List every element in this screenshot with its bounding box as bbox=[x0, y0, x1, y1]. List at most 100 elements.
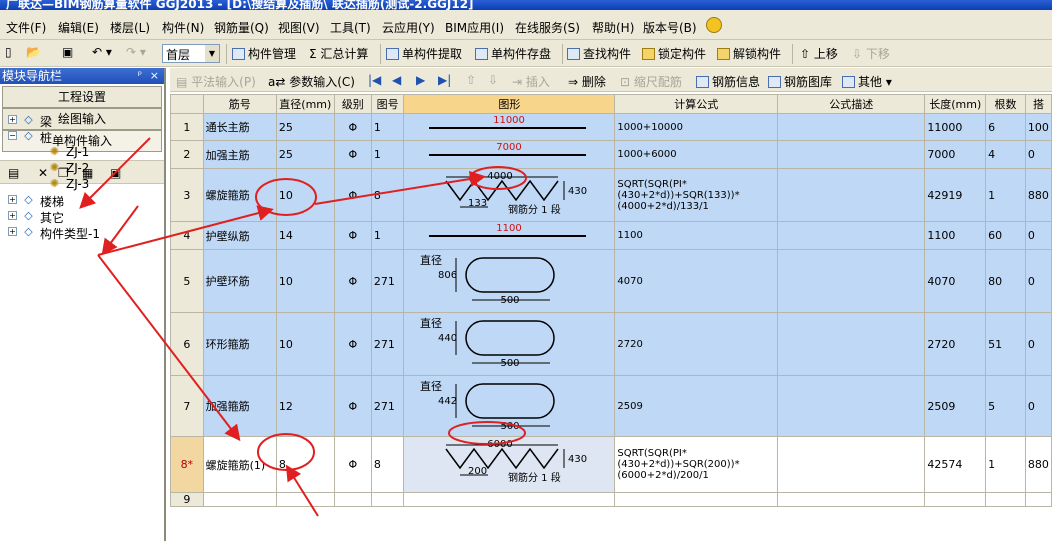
cell-lap[interactable]: 0 bbox=[1024, 249, 1052, 313]
cell-formula[interactable]: SQRT(SQR(PI*(430+2*d))+SQR(200))*(6000+2… bbox=[614, 436, 779, 493]
cell-shape[interactable]: 直径 440 500 bbox=[403, 312, 616, 376]
summary-calc-button[interactable]: Σ 汇总计算 bbox=[309, 45, 368, 62]
cell-grade[interactable] bbox=[333, 492, 372, 507]
cell-lap[interactable]: 100 bbox=[1024, 113, 1052, 141]
tree-node[interactable]: ✺ ZJ-3 bbox=[4, 176, 162, 192]
save-icon[interactable]: ▣ bbox=[62, 45, 73, 59]
move-up-button[interactable]: ⇧ 上移 bbox=[800, 45, 838, 62]
cell-lap[interactable] bbox=[1024, 492, 1052, 507]
cell-formula-desc[interactable] bbox=[777, 312, 926, 376]
col-shape[interactable]: 图形 bbox=[403, 94, 616, 114]
row-down-icon[interactable]: ⇩ bbox=[488, 73, 498, 87]
cell-lap[interactable]: 0 bbox=[1024, 375, 1052, 437]
tree-node[interactable]: − ◇ 桩 bbox=[4, 128, 162, 145]
cell-fig-no[interactable]: 271 bbox=[370, 249, 405, 313]
cell-diameter[interactable] bbox=[275, 492, 335, 507]
find-component-button[interactable]: 查找构件 bbox=[567, 45, 631, 62]
col-lap[interactable]: 搭 bbox=[1024, 94, 1052, 114]
cell-bar-name[interactable]: 环形箍筋 bbox=[202, 312, 277, 376]
col-fig-no[interactable]: 图号 bbox=[370, 94, 405, 114]
cell-fig-no[interactable]: 271 bbox=[370, 312, 405, 376]
table-row[interactable]: 1 通长主筋 25 Φ 1 11000 1000+10000 11000 6 100 bbox=[170, 113, 1052, 141]
lock-component-button[interactable]: 锁定构件 bbox=[642, 45, 706, 62]
cell-formula-desc[interactable] bbox=[777, 113, 926, 141]
row-number[interactable]: 1 bbox=[170, 113, 204, 141]
row-number[interactable]: 8* bbox=[170, 436, 204, 493]
smiley-icon[interactable] bbox=[706, 17, 722, 33]
chevron-down-icon[interactable]: ▼ bbox=[205, 45, 219, 62]
cell-lap[interactable]: 0 bbox=[1024, 312, 1052, 376]
cell-shape[interactable]: 直径 442 500 bbox=[403, 375, 616, 437]
close-icon[interactable]: × bbox=[150, 68, 159, 84]
cell-bar-name[interactable]: 螺旋箍筋(1) bbox=[202, 436, 277, 493]
flat-input-button[interactable]: ▤ 平法输入(P) bbox=[176, 73, 256, 90]
cell-count[interactable]: 5 bbox=[985, 375, 1026, 437]
tree-node[interactable]: + ◇ 构件类型-1 bbox=[4, 224, 162, 241]
menu-cloud[interactable]: 云应用(Y) bbox=[382, 19, 435, 36]
col-formula-desc[interactable]: 公式描述 bbox=[777, 94, 926, 114]
cell-count[interactable] bbox=[985, 492, 1026, 507]
cell-diameter[interactable]: 12 bbox=[275, 375, 335, 437]
cell-formula[interactable]: 1000+6000 bbox=[614, 140, 779, 169]
next-record-icon[interactable]: ▶ bbox=[416, 73, 425, 87]
menu-version[interactable]: 版本号(B) bbox=[643, 19, 697, 36]
cell-length[interactable]: 2509 bbox=[924, 375, 987, 437]
new-file-icon[interactable]: ▯ bbox=[5, 45, 12, 59]
cell-length[interactable]: 42919 bbox=[924, 168, 987, 222]
cell-grade[interactable]: Φ bbox=[333, 113, 372, 141]
row-number[interactable]: 9 bbox=[170, 492, 204, 507]
cell-bar-name[interactable]: 护壁纵筋 bbox=[202, 221, 277, 250]
redo-icon[interactable]: ↷ ▾ bbox=[126, 45, 146, 59]
cell-fig-no[interactable]: 1 bbox=[370, 221, 405, 250]
move-down-button[interactable]: ⇩ 下移 bbox=[852, 45, 890, 62]
table-row[interactable]: 3 螺旋箍筋 10 Φ 8 4000 430 133 钢筋分 1 段 SQRT(SQR(PI*(4… bbox=[170, 168, 1052, 222]
scale-rebar-button[interactable]: ⊡ 缩尺配筋 bbox=[620, 73, 682, 90]
cell-formula[interactable]: 2509 bbox=[614, 375, 779, 437]
table-row[interactable]: 9 bbox=[170, 492, 1052, 507]
cell-shape[interactable]: 11000 bbox=[403, 113, 616, 141]
cell-shape[interactable]: 1100 bbox=[403, 221, 616, 250]
pin-icon[interactable]: ᵖ bbox=[138, 68, 142, 84]
tree-node[interactable]: + ◇ 其它 bbox=[4, 208, 162, 225]
cell-formula[interactable]: 1000+10000 bbox=[614, 113, 779, 141]
cell-formula-desc[interactable] bbox=[777, 249, 926, 313]
param-input-button[interactable]: a⇄ 参数输入(C) bbox=[268, 73, 355, 90]
first-record-icon[interactable]: |◀ bbox=[368, 73, 381, 87]
row-number[interactable]: 5 bbox=[170, 249, 204, 313]
row-up-icon[interactable]: ⇧ bbox=[466, 73, 476, 87]
cell-shape[interactable]: 6000 430 200 钢筋分 1 段 bbox=[403, 436, 616, 493]
cell-length[interactable]: 1100 bbox=[924, 221, 987, 250]
cell-bar-name[interactable]: 螺旋箍筋 bbox=[202, 168, 277, 222]
cell-bar-name[interactable] bbox=[202, 492, 277, 507]
cell-diameter[interactable]: 8 bbox=[275, 436, 335, 493]
cell-bar-name[interactable]: 通长主筋 bbox=[202, 113, 277, 141]
cell-count[interactable]: 51 bbox=[985, 312, 1026, 376]
last-record-icon[interactable]: ▶| bbox=[438, 73, 451, 87]
col-length[interactable]: 长度(mm) bbox=[924, 94, 987, 114]
cell-grade[interactable]: Φ bbox=[333, 140, 372, 169]
row-number[interactable]: 4 bbox=[170, 221, 204, 250]
cell-lap[interactable]: 880 bbox=[1024, 168, 1052, 222]
cell-bar-name[interactable]: 护壁环筋 bbox=[202, 249, 277, 313]
cell-length[interactable] bbox=[924, 492, 987, 507]
cell-lap[interactable]: 0 bbox=[1024, 140, 1052, 169]
cell-count[interactable]: 4 bbox=[985, 140, 1026, 169]
menu-bim[interactable]: BIM应用(I) bbox=[445, 19, 504, 36]
expand-icon[interactable]: + bbox=[8, 227, 17, 236]
cell-grade[interactable]: Φ bbox=[333, 221, 372, 250]
table-row[interactable]: 4 护壁纵筋 14 Φ 1 1100 1100 1100 60 0 bbox=[170, 221, 1052, 250]
menu-tools[interactable]: 工具(T) bbox=[330, 19, 371, 36]
cell-bar-name[interactable]: 加强主筋 bbox=[202, 140, 277, 169]
extract-component-button[interactable]: 单构件提取 bbox=[386, 45, 462, 62]
menu-file[interactable]: 文件(F) bbox=[6, 19, 46, 36]
unlock-component-button[interactable]: 解锁构件 bbox=[717, 45, 781, 62]
table-row[interactable]: 5 护壁环筋 10 Φ 271 直径 806 500 4070 4070 80 0 bbox=[170, 249, 1052, 313]
table-row[interactable]: 6 环形箍筋 10 Φ 271 直径 440 500 2720 2720 51 0 bbox=[170, 312, 1052, 376]
delete-row-button[interactable]: ⇒ 删除 bbox=[568, 73, 606, 90]
row-number[interactable]: 2 bbox=[170, 140, 204, 169]
cell-fig-no[interactable]: 1 bbox=[370, 113, 405, 141]
cell-fig-no[interactable] bbox=[370, 492, 405, 507]
tree-node[interactable]: ✺ ZJ-1 bbox=[4, 144, 162, 160]
col-count[interactable]: 根数 bbox=[985, 94, 1026, 114]
cell-grade[interactable]: Φ bbox=[333, 436, 372, 493]
